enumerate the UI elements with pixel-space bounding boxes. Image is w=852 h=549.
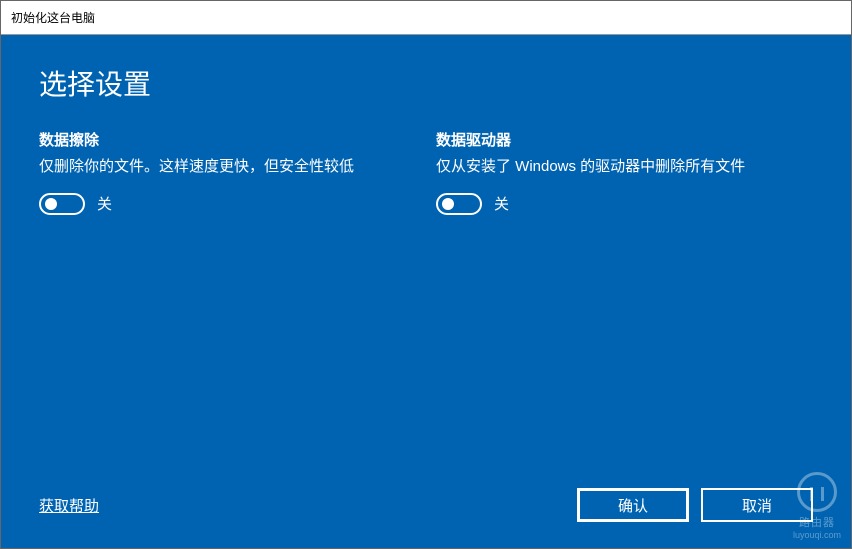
toggle-knob	[45, 198, 57, 210]
window-titlebar: 初始化这台电脑	[1, 1, 851, 35]
toggle-row-data-erase: 关	[39, 193, 416, 215]
confirm-button[interactable]: 确认	[577, 488, 689, 522]
page-title: 选择设置	[39, 63, 813, 103]
cancel-button[interactable]: 取消	[701, 488, 813, 522]
toggle-row-data-drives: 关	[436, 193, 813, 215]
toggle-label-data-drives: 关	[494, 193, 509, 214]
toggle-label-data-erase: 关	[97, 193, 112, 214]
help-link[interactable]: 获取帮助	[39, 495, 99, 516]
toggle-data-drives[interactable]	[436, 193, 482, 215]
button-group: 确认 取消	[577, 488, 813, 522]
footer: 获取帮助 确认 取消	[39, 488, 813, 528]
watermark-url: luyouqi.com	[793, 530, 841, 540]
toggle-knob	[442, 198, 454, 210]
setting-data-erase: 数据擦除 仅删除你的文件。这样速度更快，但安全性较低 关	[39, 129, 416, 215]
content-area: 选择设置 数据擦除 仅删除你的文件。这样速度更快，但安全性较低 关 数据驱动器 …	[1, 35, 851, 548]
setting-title-data-erase: 数据擦除	[39, 129, 416, 150]
setting-title-data-drives: 数据驱动器	[436, 129, 813, 150]
toggle-data-erase[interactable]	[39, 193, 85, 215]
setting-desc-data-erase: 仅删除你的文件。这样速度更快，但安全性较低	[39, 156, 416, 179]
setting-desc-data-drives: 仅从安装了 Windows 的驱动器中删除所有文件	[436, 156, 813, 179]
settings-columns: 数据擦除 仅删除你的文件。这样速度更快，但安全性较低 关 数据驱动器 仅从安装了…	[39, 129, 813, 215]
reset-pc-window: 初始化这台电脑 选择设置 数据擦除 仅删除你的文件。这样速度更快，但安全性较低 …	[0, 0, 852, 549]
setting-data-drives: 数据驱动器 仅从安装了 Windows 的驱动器中删除所有文件 关	[436, 129, 813, 215]
window-title: 初始化这台电脑	[11, 9, 95, 26]
